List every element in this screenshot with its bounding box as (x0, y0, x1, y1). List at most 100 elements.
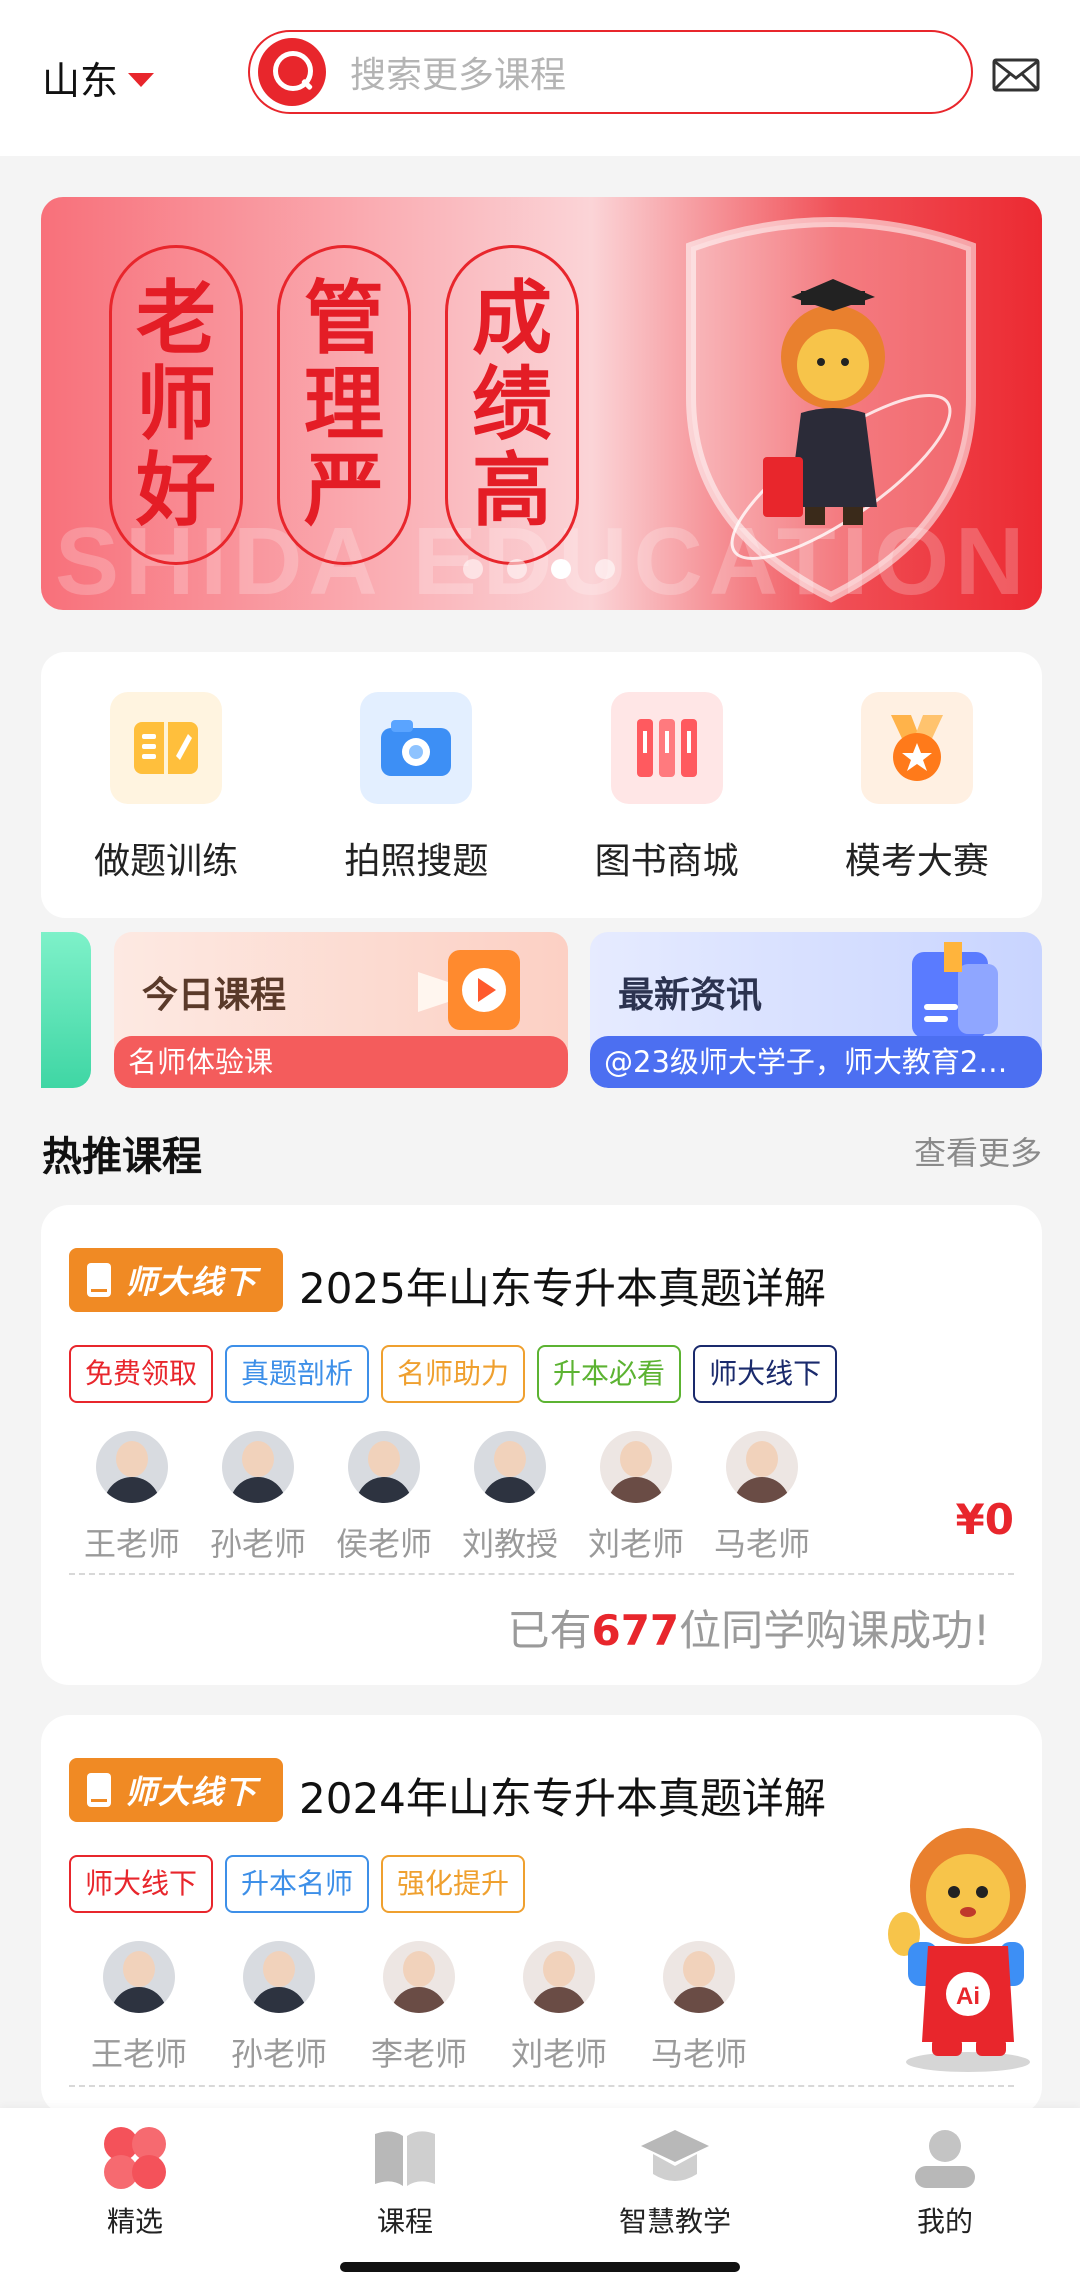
city-selector[interactable]: 山东 (42, 50, 155, 105)
nav-tab-featured[interactable]: 精选 (35, 2122, 235, 2240)
teacher-list: 王老师 孙老师 李老师 刘老师 马老师 (69, 1941, 769, 2075)
nav-tab-profile[interactable]: 我的 (845, 2122, 1045, 2240)
caret-down-icon (128, 72, 155, 87)
avatar (726, 1431, 798, 1503)
dashed-divider (69, 2085, 1014, 2087)
search-bar[interactable]: 搜索更多课程 (248, 30, 973, 114)
teacher-item[interactable]: 刘老师 (489, 1941, 629, 2075)
shield-mascot-illustration (686, 217, 976, 603)
badge-label: 师大线下 (125, 1263, 258, 1301)
pagination-dot[interactable] (507, 559, 527, 579)
dashed-divider (69, 1573, 1014, 1575)
teacher-item[interactable]: 李老师 (349, 1941, 489, 2075)
teacher-name: 王老师 (83, 1525, 180, 1563)
avatar (96, 1431, 168, 1503)
course-tag: 升本必看 (537, 1345, 682, 1403)
quick-item-label: 拍照搜题 (344, 841, 489, 882)
search-input[interactable]: 搜索更多课程 (350, 46, 566, 98)
nav-label: 智慧教学 (618, 2205, 731, 2238)
course-title: 2024年山东专升本真题详解 (299, 1774, 826, 1823)
slogan-char: 高 (472, 444, 552, 537)
teacher-name: 孙老师 (230, 2035, 327, 2073)
pagination-dot[interactable] (463, 559, 483, 579)
course-tag: 升本名师 (225, 1855, 370, 1913)
teacher-name: 马老师 (650, 2035, 747, 2073)
teacher-name: 李老师 (370, 2035, 467, 2073)
quick-item-practice[interactable]: 做题训练 (66, 692, 266, 918)
course-tag: 真题剖析 (225, 1345, 370, 1403)
course-tag: 师大线下 (693, 1345, 838, 1403)
course-card[interactable]: 师大线下 2025年山东专升本真题详解 免费领取 真题剖析 名师助力 升本必看 … (41, 1205, 1042, 1685)
graduation-cap-icon (641, 2130, 709, 2181)
teacher-item[interactable]: 刘教授 (447, 1431, 573, 1565)
teacher-name: 刘教授 (461, 1525, 558, 1563)
banner-pagination (463, 559, 615, 579)
teacher-item[interactable]: 侯老师 (321, 1431, 447, 1565)
promo-subtitle: 名师体验课 (114, 1036, 568, 1088)
avatar (103, 1941, 175, 2013)
slogan-char: 成 (472, 272, 552, 365)
teacher-name: 刘老师 (587, 1525, 684, 1563)
teacher-item[interactable]: 刘老师 (573, 1431, 699, 1565)
book-icon (87, 1773, 111, 1807)
profile-icon (915, 2130, 975, 2188)
teacher-item[interactable]: 孙老师 (195, 1431, 321, 1565)
quick-item-mock-exam[interactable]: 模考大赛 (817, 692, 1017, 918)
teacher-item[interactable]: 孙老师 (209, 1941, 349, 2075)
course-tag: 免费领取 (69, 1345, 214, 1403)
teacher-name: 王老师 (90, 2035, 187, 2073)
teacher-name: 马老师 (713, 1525, 810, 1563)
notebook-icon (110, 692, 223, 804)
slogan-pill-1: 老 师 好 (109, 245, 243, 565)
promo-card-today-course[interactable]: 今日课程 名师体验课 (114, 932, 568, 1088)
course-title: 2025年山东专升本真题详解 (299, 1264, 826, 1313)
nav-tab-courses[interactable]: 课程 (305, 2122, 505, 2240)
camera-icon (360, 692, 473, 804)
avatar (348, 1431, 420, 1503)
nav-tab-smart-teaching[interactable]: 智慧教学 (575, 2122, 775, 2240)
course-badge: 师大线下 (69, 1248, 283, 1312)
city-label: 山东 (42, 59, 119, 103)
teacher-item[interactable]: 王老师 (69, 1431, 195, 1565)
promo-banner[interactable]: SHIDA EDUCATION 老 师 好 管 理 严 成 绩 高 (41, 197, 1042, 610)
slogan-char: 理 (304, 358, 384, 451)
quick-item-label: 模考大赛 (844, 841, 989, 882)
promo-card-peek[interactable] (41, 932, 91, 1088)
quick-menu: 做题训练 拍照搜题 图书商城 模考大赛 (41, 652, 1042, 918)
teacher-name: 刘老师 (510, 2035, 607, 2073)
slogan-pill-3: 成 绩 高 (445, 245, 579, 565)
avatar (243, 1941, 315, 2013)
course-tags: 师大线下 升本名师 强化提升 (69, 1855, 526, 1913)
quick-item-label: 做题训练 (94, 841, 239, 882)
clover-icon (104, 2127, 166, 2189)
course-tag: 师大线下 (69, 1855, 214, 1913)
promo-card-latest-news[interactable]: 最新资讯 @23级师大学子，师大教育2… (590, 932, 1042, 1088)
nav-label: 我的 (916, 2205, 973, 2238)
quick-item-bookstore[interactable]: 图书商城 (567, 692, 767, 918)
books-icon (610, 692, 723, 804)
home-indicator[interactable] (340, 2262, 740, 2272)
course-badge: 师大线下 (69, 1758, 283, 1822)
avatar (600, 1431, 672, 1503)
course-tag: 强化提升 (381, 1855, 526, 1913)
teacher-item[interactable]: 马老师 (699, 1431, 825, 1565)
ai-assistant-mascot-icon[interactable]: Ai (882, 1816, 1042, 2076)
pagination-dot-active[interactable] (551, 559, 571, 579)
mail-icon[interactable] (992, 58, 1040, 92)
slogan-char: 管 (304, 272, 384, 365)
slogan-pill-2: 管 理 严 (277, 245, 411, 565)
promo-title: 最新资讯 (618, 975, 763, 1016)
purchase-prefix: 已有 (507, 1606, 592, 1655)
slogan-char: 严 (304, 444, 384, 537)
pagination-dot[interactable] (595, 559, 615, 579)
medal-icon (860, 692, 973, 804)
quick-item-photo-search[interactable]: 拍照搜题 (316, 692, 516, 918)
view-more-link[interactable]: 查看更多 (914, 1128, 1042, 1174)
teacher-item[interactable]: 王老师 (69, 1941, 209, 2075)
course-tags: 免费领取 真题剖析 名师助力 升本必看 师大线下 (69, 1345, 838, 1403)
slogan-char: 绩 (472, 358, 552, 451)
nav-label: 课程 (376, 2205, 433, 2238)
book-icon (375, 2131, 435, 2186)
teacher-item[interactable]: 马老师 (629, 1941, 769, 2075)
quick-item-label: 图书商城 (594, 841, 739, 882)
